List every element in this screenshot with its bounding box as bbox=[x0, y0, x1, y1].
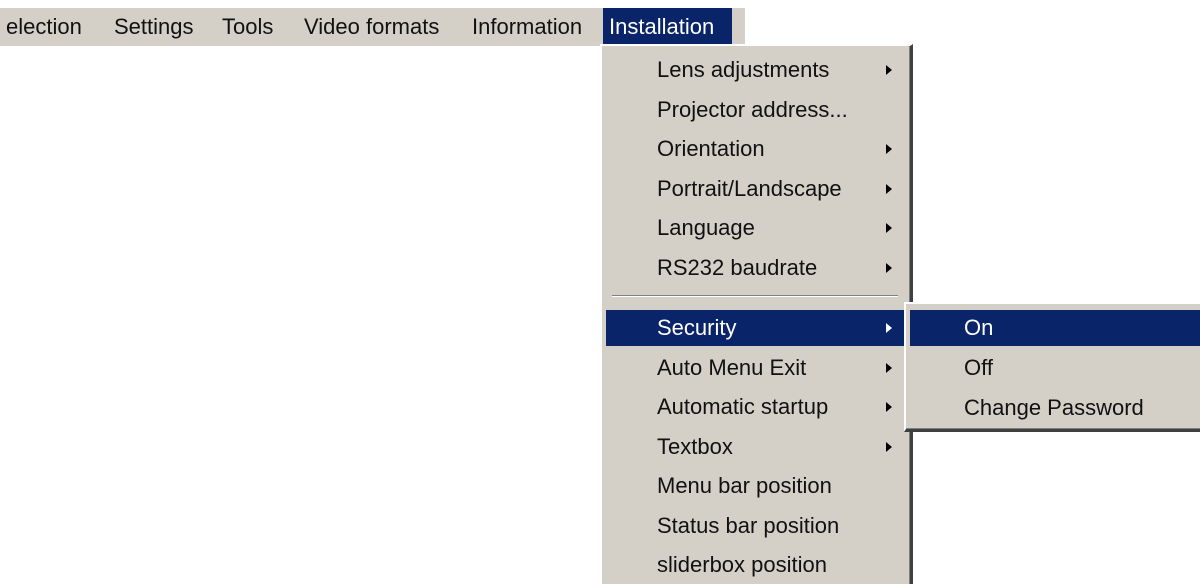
menu-item-label: Portrait/Landscape bbox=[657, 176, 842, 201]
installation-menu: Lens adjustments Projector address... Or… bbox=[600, 44, 913, 584]
menubar-item-settings[interactable]: Settings bbox=[108, 8, 200, 46]
menu-item-portrait-landscape[interactable]: Portrait/Landscape bbox=[606, 171, 906, 207]
submenu-arrow-icon bbox=[886, 442, 892, 452]
submenu-item-on[interactable]: On bbox=[910, 310, 1200, 346]
menu-item-label: Language bbox=[657, 215, 755, 240]
menu-item-label: Projector address... bbox=[657, 97, 848, 122]
menu-item-lens-adjustments[interactable]: Lens adjustments bbox=[606, 52, 906, 88]
menu-item-label: RS232 baudrate bbox=[657, 255, 818, 280]
menu-item-label: Security bbox=[657, 315, 737, 340]
submenu-arrow-icon bbox=[886, 363, 892, 373]
menubar-item-tools[interactable]: Tools bbox=[216, 8, 279, 46]
security-submenu: On Off Change Password bbox=[904, 302, 1200, 432]
menu-item-status-bar-position[interactable]: Status bar position bbox=[606, 508, 906, 544]
submenu-arrow-icon bbox=[886, 323, 892, 333]
menu-item-rs232-baudrate[interactable]: RS232 baudrate bbox=[606, 250, 906, 286]
submenu-item-label: Off bbox=[964, 355, 993, 380]
menu-item-automatic-startup[interactable]: Automatic startup bbox=[606, 389, 906, 425]
menu-separator bbox=[612, 295, 898, 297]
menu-item-language[interactable]: Language bbox=[606, 210, 906, 246]
submenu-arrow-icon bbox=[886, 184, 892, 194]
submenu-arrow-icon bbox=[886, 144, 892, 154]
submenu-arrow-icon bbox=[886, 263, 892, 273]
menubar-item-information[interactable]: Information bbox=[466, 8, 588, 46]
menu-item-label: Orientation bbox=[657, 136, 765, 161]
menubar-item-selection[interactable]: election bbox=[0, 8, 88, 46]
menu-item-orientation[interactable]: Orientation bbox=[606, 131, 906, 167]
menu-item-textbox[interactable]: Textbox bbox=[606, 429, 906, 465]
menu-bar: election Settings Tools Video formats In… bbox=[0, 8, 745, 46]
submenu-arrow-icon bbox=[886, 65, 892, 75]
menubar-item-installation[interactable]: Installation bbox=[603, 8, 732, 46]
menu-item-security[interactable]: Security bbox=[606, 310, 906, 346]
menu-item-auto-menu-exit[interactable]: Auto Menu Exit bbox=[606, 350, 906, 386]
menu-item-sliderbox-position[interactable]: sliderbox position bbox=[606, 547, 906, 583]
submenu-arrow-icon bbox=[886, 223, 892, 233]
submenu-item-off[interactable]: Off bbox=[910, 350, 1196, 386]
menu-item-label: Auto Menu Exit bbox=[657, 355, 807, 380]
menu-item-menu-bar-position[interactable]: Menu bar position bbox=[606, 468, 906, 504]
menu-item-label: Menu bar position bbox=[657, 473, 832, 498]
menu-item-label: sliderbox position bbox=[657, 552, 827, 577]
submenu-item-label: Change Password bbox=[964, 395, 1144, 420]
submenu-item-label: On bbox=[964, 315, 994, 340]
menu-item-label: Lens adjustments bbox=[657, 57, 830, 82]
menu-item-label: Automatic startup bbox=[657, 394, 829, 419]
menu-item-label: Textbox bbox=[657, 434, 733, 459]
submenu-arrow-icon bbox=[886, 402, 892, 412]
menu-item-label: Status bar position bbox=[657, 513, 840, 538]
submenu-item-change-password[interactable]: Change Password bbox=[910, 390, 1196, 426]
menubar-item-video-formats[interactable]: Video formats bbox=[298, 8, 445, 46]
menu-item-projector-address[interactable]: Projector address... bbox=[606, 92, 906, 128]
